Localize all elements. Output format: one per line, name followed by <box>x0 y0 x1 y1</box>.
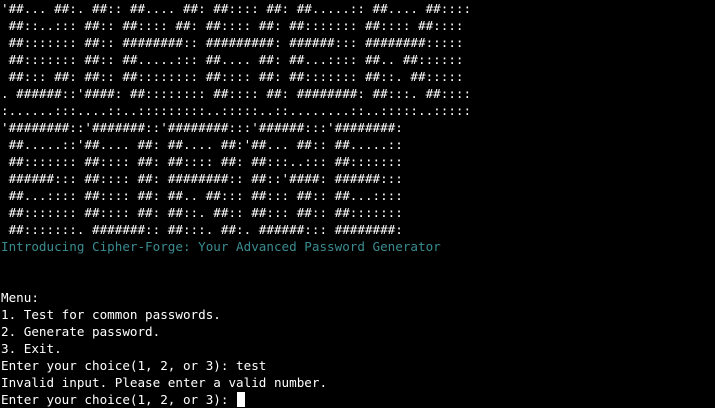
banner-line: . ######::'####: ##:::::::: ##:::: ##: #… <box>1 86 472 101</box>
terminal-window[interactable]: '##... ##:. ##:: ##.... ##: ##:::: ##: #… <box>0 0 715 408</box>
active-prompt: Enter your choice(1, 2, or 3): <box>1 392 237 407</box>
banner-line: ##::::::: ##:: ########:: #########: ###… <box>1 35 464 50</box>
banner-line: ##::: ##: ##:: ##:::::::: ##:::: ##: ##:… <box>1 69 464 84</box>
banner-line: ##::::::: ##:::: ##: ##::. ##:: ##::: ##… <box>1 205 403 220</box>
menu-item-generate: 2. Generate password. <box>1 324 161 339</box>
banner-line: '########::'#######::'########:::'######… <box>1 120 403 135</box>
menu-item-test-common: 1. Test for common passwords. <box>1 307 221 322</box>
banner-line: ##::::::: ##:: ##.....::: ##.... ##: ##.… <box>1 52 464 67</box>
text-cursor[interactable] <box>237 392 246 407</box>
banner-line: ##:::::::. #######:: ##:::. ##:. ######:… <box>1 222 403 237</box>
banner-line: ##::::::: ##:::: ##: ##:::: ##: ##:::..:… <box>1 154 403 169</box>
banner-line: ######::: ##:::: ##: ########:: ##::'###… <box>1 171 403 186</box>
banner-line: ##...:::: ##:::: ##: ##.. ##::: ##::: ##… <box>1 188 403 203</box>
banner-line: ##::..::: ##:: ##:::: ##: ##:::: ##: ##:… <box>1 18 464 33</box>
active-prompt-row[interactable]: Enter your choice(1, 2, or 3): <box>1 391 715 408</box>
menu-item-exit: 3. Exit. <box>1 341 62 356</box>
banner-line: ##.....::'##.... ##: ##.... ##:'##... ##… <box>1 137 403 152</box>
intro-text: Introducing Cipher-Forge: Your Advanced … <box>1 239 441 254</box>
error-message: Invalid input. Please enter a valid numb… <box>1 375 328 390</box>
banner-line: '##... ##:. ##:: ##.... ##: ##:::: ##: #… <box>1 1 472 16</box>
previous-prompt: Enter your choice(1, 2, or 3): test <box>1 358 267 373</box>
ascii-banner: '##... ##:. ##:: ##.... ##: ##:::: ##: #… <box>1 0 715 238</box>
menu-title: Menu: <box>1 290 39 305</box>
banner-line: :......:::....::..:::::::::..:::::..::..… <box>1 103 472 118</box>
